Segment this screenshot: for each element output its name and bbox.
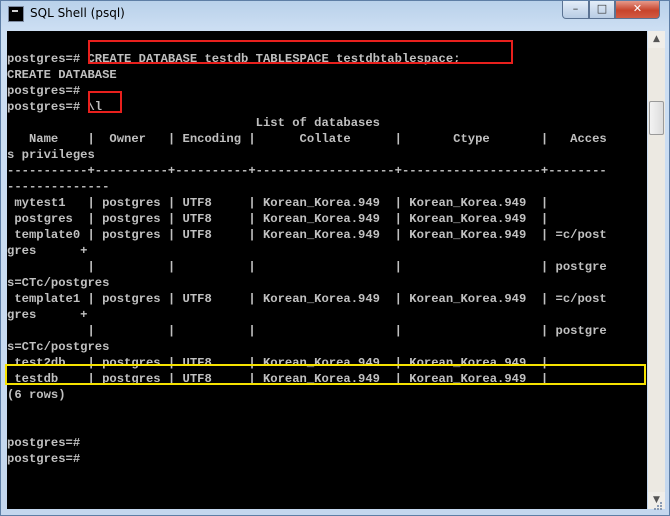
console-line: s=CTc/postgres [7,340,110,354]
console-line: (6 rows) [7,388,66,402]
testdb-row-highlight [5,364,646,385]
console-line: postgres=# [7,84,81,98]
list-command-highlight [88,91,122,113]
console-line: CREATE DATABASE [7,68,117,82]
console-line: -------------- [7,180,110,194]
console-line: | | | | | postgre [7,324,607,338]
console-line: s privileges [7,148,95,162]
console-app-icon [8,6,24,22]
console-line: postgres | postgres | UTF8 | Korean_Kore… [7,212,549,226]
console-line: template1 | postgres | UTF8 | Korean_Kor… [7,292,607,306]
minimize-button[interactable]: – [562,1,589,19]
resize-grip-icon[interactable] [651,499,663,511]
console-line: mytest1 | postgres | UTF8 | Korean_Korea… [7,196,549,210]
scroll-thumb[interactable] [649,101,664,135]
title-bar[interactable]: SQL Shell (psql) – □ ✕ [1,1,669,29]
create-command-highlight [88,40,513,64]
console-line: postgres=# [7,436,81,450]
console-line: gres + [7,244,88,258]
console-line: -----------+----------+----------+------… [7,164,607,178]
maximize-button[interactable]: □ [589,1,615,19]
console-line: | | | | | postgre [7,260,607,274]
console-line: template0 | postgres | UTF8 | Korean_Kor… [7,228,607,242]
console-line: postgres=# [7,452,81,466]
vertical-scrollbar[interactable]: ▲ ▼ [648,31,665,509]
window-title: SQL Shell (psql) [30,6,125,20]
console-line: Name | Owner | Encoding | Collate | Ctyp… [7,132,607,146]
psql-window: SQL Shell (psql) – □ ✕ postgres=# CREATE… [0,0,670,516]
console-line: gres + [7,308,88,322]
close-button[interactable]: ✕ [615,1,660,19]
scroll-up-icon[interactable]: ▲ [648,31,665,48]
console-line: s=CTc/postgres [7,276,110,290]
console-line: List of databases [7,116,380,130]
